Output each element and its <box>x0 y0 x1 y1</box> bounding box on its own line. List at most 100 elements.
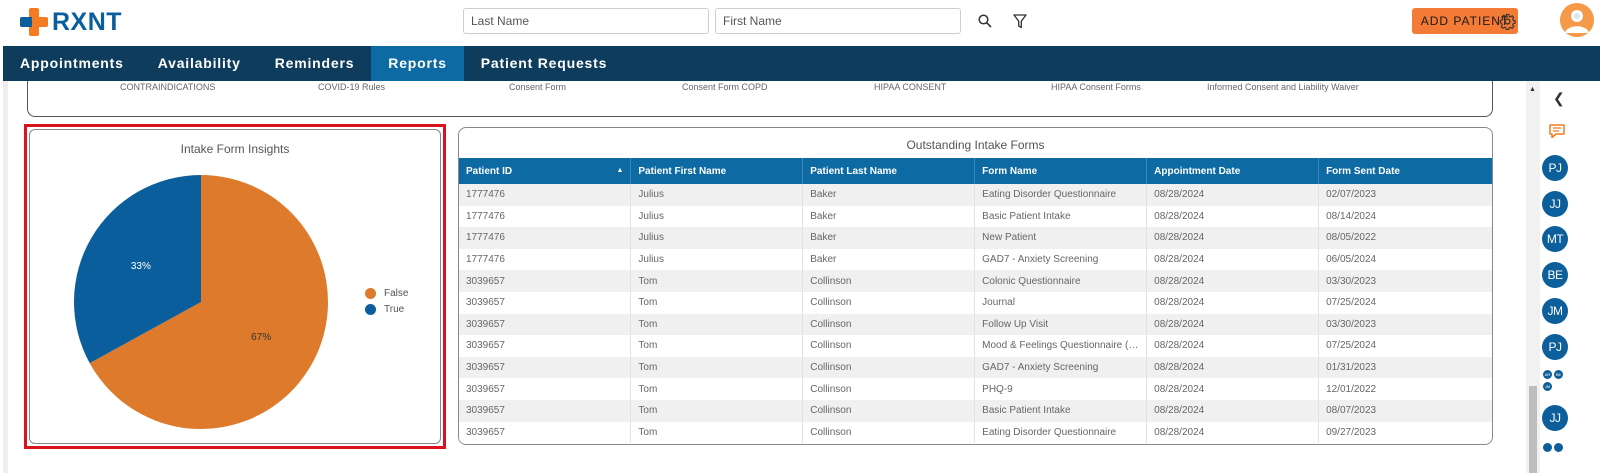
chat-bubble-icon[interactable] <box>1548 123 1566 144</box>
nav-reminders[interactable]: Reminders <box>258 46 372 81</box>
table-row[interactable]: 3039657 Tom Collinson Basic Patient Intake 0… <box>459 399 1492 422</box>
form-name-cell: Eating Disorder Questionnaire <box>974 421 1148 444</box>
last-name-cell: Baker <box>802 248 976 271</box>
consent-form-label: COVID-19 Rules <box>318 82 386 92</box>
last-name-input[interactable] <box>463 8 709 34</box>
table-row[interactable]: 1777476 Julius Baker Eating Disorder Questi… <box>459 184 1492 206</box>
form-sent-date-cell: 01/31/2023 <box>1318 356 1492 379</box>
first-name-cell: Julius <box>630 184 804 206</box>
table-row[interactable]: 3039657 Tom Collinson PHQ-9 08/28/2024 12/01/… <box>459 378 1492 400</box>
user-bubble-mt[interactable]: MT <box>1542 226 1568 252</box>
form-sent-date-cell: 08/05/2022 <box>1318 227 1492 249</box>
first-name-cell: Julius <box>630 205 804 228</box>
nav-reports[interactable]: Reports <box>371 46 464 81</box>
form-sent-date-cell: 07/25/2024 <box>1318 335 1492 357</box>
table-row[interactable]: 1777476 Julius Baker Basic Patient Intake 08… <box>459 205 1492 228</box>
consent-form-label: Consent Form <box>509 82 567 92</box>
column-header-appointment-date[interactable]: Appointment Date <box>1146 158 1320 184</box>
consent-forms-chart: CONTRAINDICATIONS COVID-19 Rules Consent… <box>27 81 1493 117</box>
user-bubble-jm[interactable]: JM <box>1542 298 1568 324</box>
consent-form-label: Consent Form COPD <box>682 82 768 92</box>
column-header-last-name[interactable]: Patient Last Name <box>802 158 976 184</box>
column-header-first-name[interactable]: Patient First Name <box>630 158 804 184</box>
consent-form-label: HIPAA Consent Forms <box>1051 82 1141 92</box>
patient-id-cell: 3039657 <box>459 399 632 422</box>
form-name-cell: Journal <box>974 291 1148 314</box>
outstanding-intake-forms-panel: Outstanding Intake Forms Patient ID ▲ Pat… <box>458 127 1493 445</box>
table-row[interactable]: 3039657 Tom Collinson GAD7 - Anxiety Screen… <box>459 356 1492 379</box>
nav-appointments[interactable]: Appointments <box>3 46 141 81</box>
appointment-date-cell: 08/28/2024 <box>1146 270 1320 292</box>
nav-patient-requests[interactable]: Patient Requests <box>464 46 624 81</box>
app-header: RXNT ADD PATIENT <box>0 0 1600 46</box>
outstanding-forms-table: Patient ID ▲ Patient First Name Patient L… <box>459 158 1492 444</box>
column-header-patient-id[interactable]: Patient ID ▲ <box>459 158 632 184</box>
patient-id-cell: 1777476 <box>459 248 632 271</box>
form-sent-date-cell: 02/07/2023 <box>1318 184 1492 206</box>
first-name-cell: Tom <box>630 378 804 400</box>
left-edge <box>3 81 8 473</box>
insights-title: Intake Form Insights <box>180 142 290 156</box>
first-name-cell: Tom <box>630 291 804 314</box>
filter-icon[interactable] <box>1011 12 1029 30</box>
scroll-thumb[interactable] <box>1529 386 1537 473</box>
nav-availability[interactable]: Availability <box>141 46 258 81</box>
first-name-cell: Tom <box>630 356 804 379</box>
form-name-cell: Eating Disorder Questionnaire <box>974 184 1148 206</box>
pie-data-label: 67% <box>251 332 271 343</box>
patient-id-cell: 1777476 <box>459 205 632 228</box>
main-nav: Appointments Availability Reminders Repo… <box>3 46 1600 81</box>
user-avatar[interactable] <box>1560 3 1594 37</box>
rxnt-logo[interactable]: RXNT <box>20 7 122 37</box>
right-sidebar: ❮ PJ JJ MT BE JM PJ AR BE JM JJ <box>1540 81 1600 473</box>
mini-bubble-ar[interactable]: AR <box>1543 370 1552 379</box>
column-header-form-sent-date[interactable]: Form Sent Date <box>1318 158 1492 184</box>
table-row[interactable]: 3039657 Tom Collinson Journal 08/28/2024 07/2… <box>459 291 1492 314</box>
patient-id-cell: 1777476 <box>459 227 632 249</box>
mini-bubble-be[interactable]: BE <box>1554 370 1563 379</box>
search-icon[interactable] <box>976 12 994 30</box>
sort-ascending-icon[interactable]: ▲ <box>616 167 623 174</box>
page-scrollbar[interactable]: ▲ <box>1526 81 1540 473</box>
user-bubble-pj[interactable]: PJ <box>1542 155 1568 181</box>
form-sent-date-cell: 08/07/2023 <box>1318 399 1492 422</box>
user-bubble-jj[interactable]: JJ <box>1542 191 1568 217</box>
user-bubble-jj-2[interactable]: JJ <box>1542 405 1568 431</box>
chart-legend: False True <box>365 285 408 317</box>
last-name-cell: Baker <box>802 227 976 249</box>
appointment-date-cell: 08/28/2024 <box>1146 291 1320 314</box>
legend-item-true[interactable]: True <box>365 301 408 317</box>
gear-icon[interactable] <box>1497 11 1517 31</box>
appointment-date-cell: 08/28/2024 <box>1146 378 1320 400</box>
appointment-date-cell: 08/28/2024 <box>1146 335 1320 357</box>
table-row[interactable]: 3039657 Tom Collinson Eating Disorder Quest… <box>459 421 1492 444</box>
form-name-cell: New Patient <box>974 227 1148 249</box>
first-name-input[interactable] <box>715 8 961 34</box>
table-row[interactable]: 1777476 Julius Baker GAD7 - Anxiety Screeni… <box>459 248 1492 271</box>
user-bubble-be[interactable]: BE <box>1542 262 1568 288</box>
scroll-up-arrow-icon[interactable]: ▲ <box>1529 86 1536 93</box>
last-name-cell: Collinson <box>802 356 976 379</box>
appointment-date-cell: 08/28/2024 <box>1146 356 1320 379</box>
table-row[interactable]: 3039657 Tom Collinson Colonic Questionnaire… <box>459 270 1492 292</box>
mini-bubble[interactable] <box>1543 443 1552 452</box>
form-name-cell: GAD7 - Anxiety Screening <box>974 356 1148 379</box>
form-name-cell: Mood & Feelings Questionnaire (MFQ... <box>974 335 1148 357</box>
chevron-left-icon[interactable]: ❮ <box>1553 90 1565 107</box>
appointment-date-cell: 08/28/2024 <box>1146 313 1320 336</box>
last-name-cell: Baker <box>802 205 976 228</box>
form-sent-date-cell: 03/30/2023 <box>1318 313 1492 336</box>
form-sent-date-cell: 09/27/2023 <box>1318 421 1492 444</box>
table-row[interactable]: 3039657 Tom Collinson Mood & Feelings Quest… <box>459 335 1492 357</box>
patient-id-cell: 3039657 <box>459 421 632 444</box>
mini-bubble[interactable] <box>1554 443 1563 452</box>
mini-bubble-jm[interactable]: JM <box>1543 382 1552 391</box>
legend-label: False <box>384 287 409 299</box>
user-bubble-pj-2[interactable]: PJ <box>1542 334 1568 360</box>
first-name-cell: Tom <box>630 421 804 444</box>
column-header-form-name[interactable]: Form Name <box>974 158 1148 184</box>
legend-item-false[interactable]: False <box>365 285 408 301</box>
last-name-cell: Collinson <box>802 399 976 422</box>
table-row[interactable]: 1777476 Julius Baker New Patient 08/28/2024 0… <box>459 227 1492 249</box>
table-row[interactable]: 3039657 Tom Collinson Follow Up Visit 08/28/… <box>459 313 1492 336</box>
